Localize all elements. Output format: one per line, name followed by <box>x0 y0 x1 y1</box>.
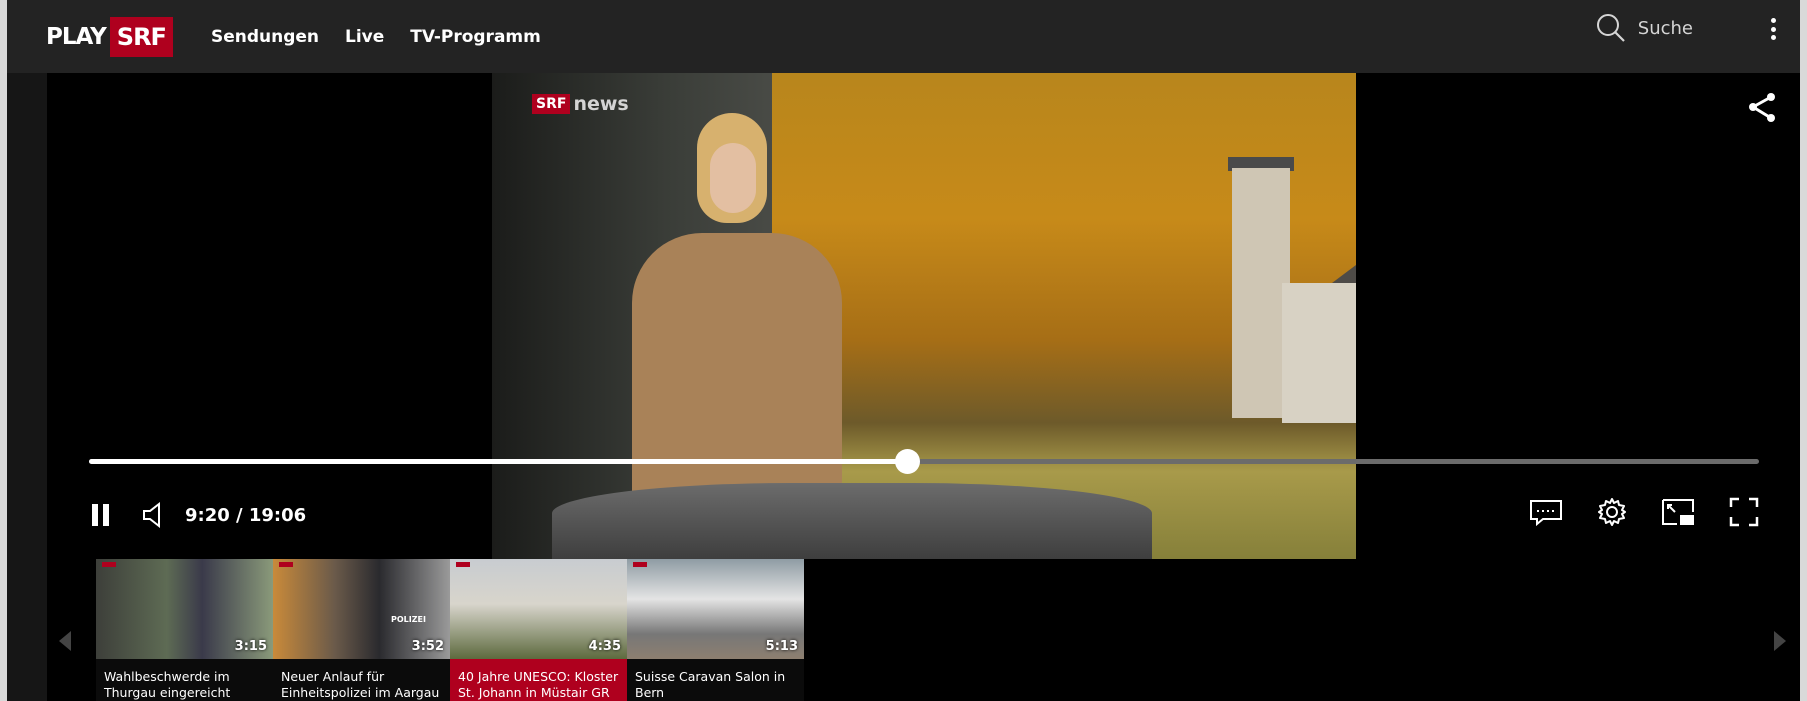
window-edge-right <box>1800 0 1807 701</box>
video-card[interactable]: 3:15 Wahlbeschwerde im Thurgau eingereic… <box>96 559 273 701</box>
video-title: Wahlbeschwerde im Thurgau eingereicht <box>104 669 231 700</box>
search-label: Suche <box>1637 17 1693 39</box>
logo-play-text: PLAY <box>46 23 107 50</box>
top-bar: PLAY SRF Sendungen Live TV-Programm Such… <box>7 0 1800 73</box>
share-icon[interactable] <box>1746 91 1778 127</box>
video-cards: 3:15 Wahlbeschwerde im Thurgau eingereic… <box>96 559 804 701</box>
settings-button[interactable] <box>1597 497 1627 527</box>
volume-icon <box>143 502 160 528</box>
page: PLAY SRF Sendungen Live TV-Programm Such… <box>0 0 1807 701</box>
picture-in-picture-button[interactable] <box>1661 498 1695 526</box>
gear-icon <box>1598 498 1626 526</box>
play-srf-logo[interactable]: PLAY SRF <box>46 16 173 57</box>
video-duration: 3:52 <box>411 639 444 654</box>
nav-live[interactable]: Live <box>345 27 384 47</box>
video-player[interactable]: SRF news 9:20 / 19:06 <box>47 73 1800 559</box>
video-thumbnail: 3:15 <box>96 559 273 659</box>
time-display: 9:20 / 19:06 <box>185 504 307 526</box>
subtitles-button[interactable] <box>1529 498 1563 526</box>
video-title: Neuer Anlauf für Einheitspolizei im Aarg… <box>281 669 440 700</box>
video-card[interactable]: 5:13 Suisse Caravan Salon in Bern <box>627 559 804 701</box>
video-thumbnail: 4:35 <box>450 559 627 659</box>
video-title: Suisse Caravan Salon in Bern <box>635 669 786 700</box>
more-options-icon[interactable] <box>1767 18 1779 40</box>
video-title: 40 Jahre UNESCO: Kloster St. Johann in M… <box>458 669 619 700</box>
fullscreen-icon <box>1729 497 1759 527</box>
logo-srf-box: SRF <box>109 16 173 57</box>
related-videos-strip: 3:15 Wahlbeschwerde im Thurgau eingereic… <box>47 559 1800 701</box>
pause-icon <box>92 504 109 526</box>
church-building <box>1282 283 1356 423</box>
scroll-left-icon[interactable] <box>57 629 73 657</box>
video-thumbnail: 5:13 <box>627 559 804 659</box>
pause-button[interactable] <box>89 502 113 528</box>
video-thumbnail: POLIZEI 3:52 <box>273 559 450 659</box>
polizei-badge: POLIZEI <box>391 615 426 624</box>
video-frame[interactable]: SRF news <box>492 73 1356 559</box>
player-controls-right <box>1529 497 1759 527</box>
subtitles-icon <box>1530 500 1562 526</box>
nav-tv-programm[interactable]: TV-Programm <box>410 27 541 47</box>
search-button[interactable]: Suche <box>1596 13 1693 43</box>
video-duration: 4:35 <box>588 639 621 654</box>
video-duration: 3:15 <box>234 639 267 654</box>
player-controls: 9:20 / 19:06 <box>89 497 1759 533</box>
main-nav: Sendungen Live TV-Programm <box>211 27 541 47</box>
video-duration: 5:13 <box>765 639 798 654</box>
picture-in-picture-icon <box>1662 499 1694 525</box>
srf-news-watermark: SRF news <box>532 93 629 115</box>
window-edge-left <box>0 0 7 701</box>
search-icon <box>1596 14 1625 42</box>
progress-played <box>89 459 908 464</box>
scroll-right-icon[interactable] <box>1772 629 1788 657</box>
progress-bar[interactable] <box>89 449 1759 474</box>
video-card[interactable]: POLIZEI 3:52 Neuer Anlauf für Einheitspo… <box>273 559 450 701</box>
volume-button[interactable] <box>141 502 165 528</box>
fullscreen-button[interactable] <box>1729 497 1759 527</box>
nav-sendungen[interactable]: Sendungen <box>211 27 319 47</box>
video-card-active[interactable]: 4:35 40 Jahre UNESCO: Kloster St. Johann… <box>450 559 627 701</box>
